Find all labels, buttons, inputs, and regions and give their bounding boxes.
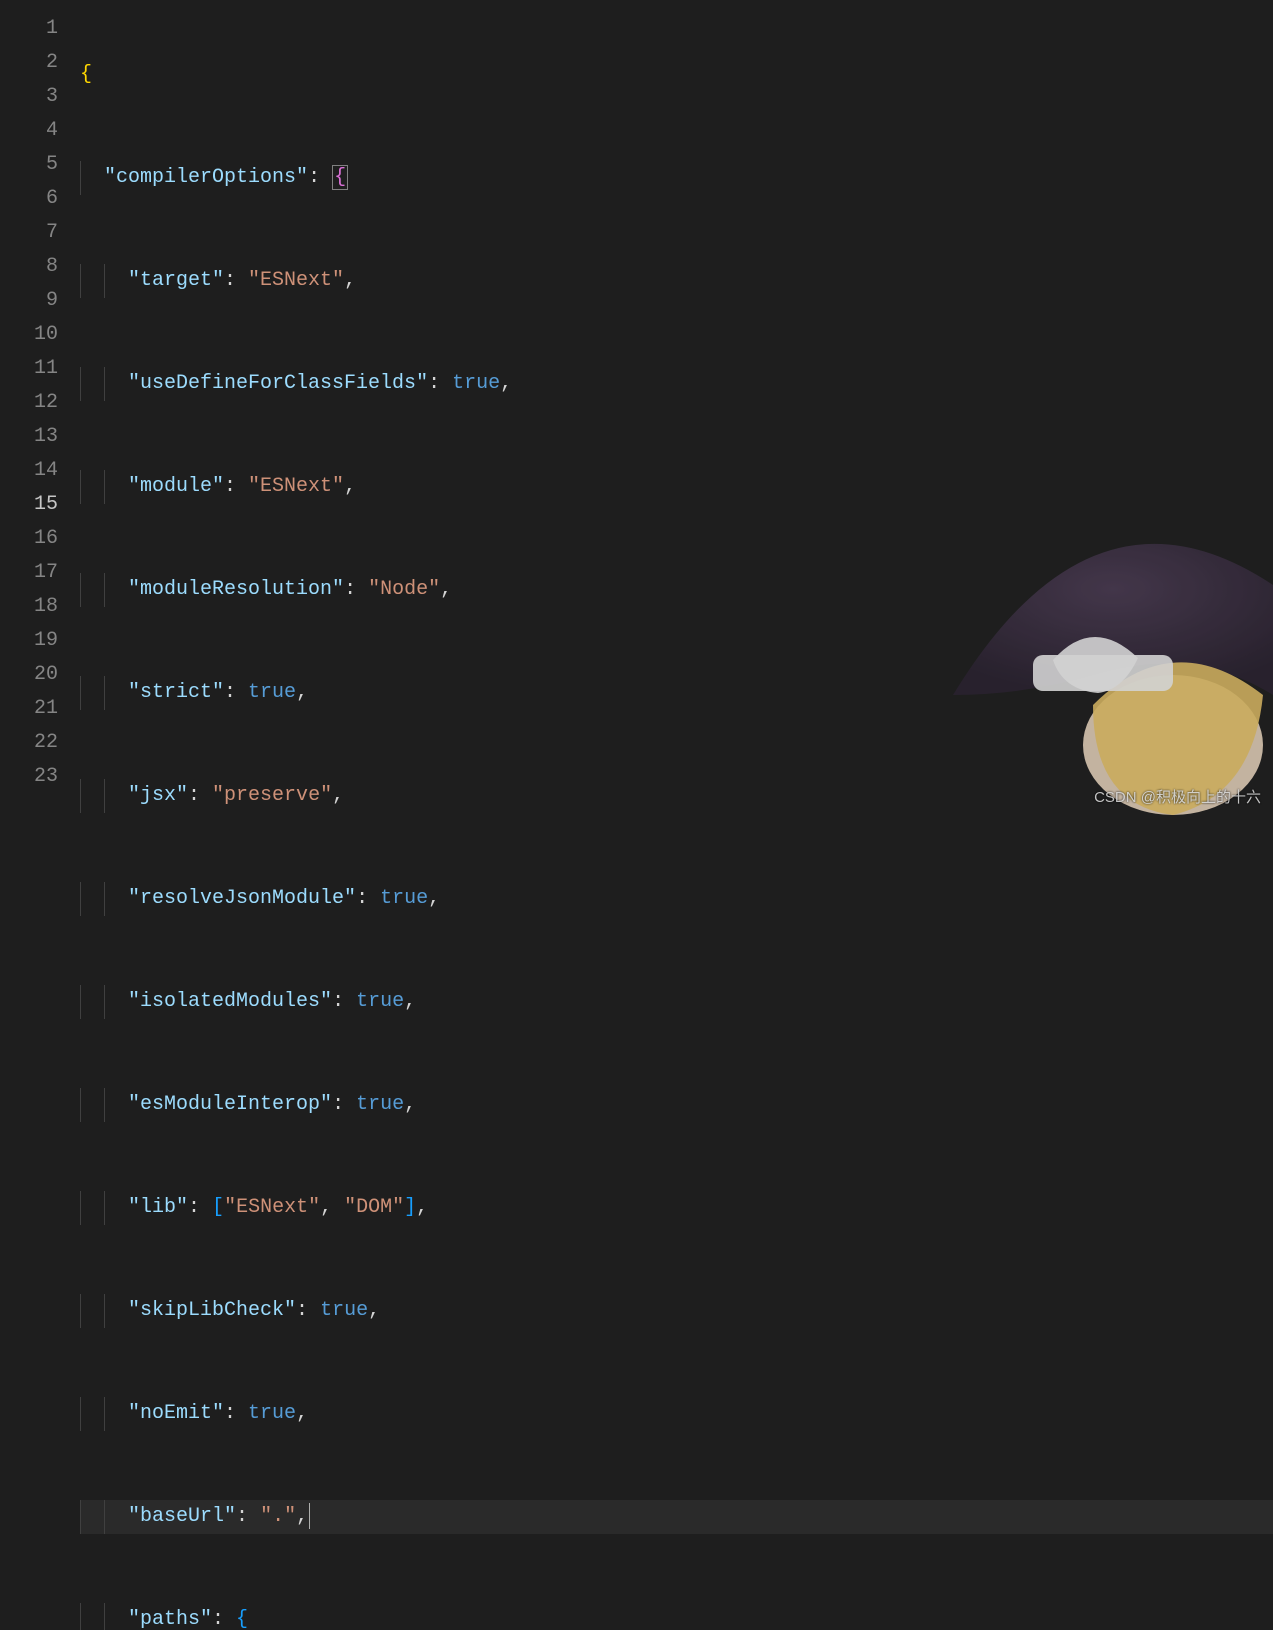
text-cursor [309,1503,310,1529]
line-number: 21 [0,692,80,726]
line-number: 13 [0,420,80,454]
code-line[interactable]: "target": "ESNext", [80,264,1273,298]
line-number: 23 [0,760,80,794]
line-number: 1 [0,12,80,46]
line-number: 11 [0,352,80,386]
code-editor[interactable]: 1234567891011121314151617181920212223 { … [0,0,1273,815]
code-line[interactable]: "compilerOptions": { [80,161,1273,195]
line-number: 18 [0,590,80,624]
line-number: 16 [0,522,80,556]
code-line[interactable]: "strict": true, [80,676,1273,710]
line-number: 2 [0,46,80,80]
line-number: 22 [0,726,80,760]
line-number: 3 [0,80,80,114]
line-number: 12 [0,386,80,420]
code-line[interactable]: "useDefineForClassFields": true, [80,367,1273,401]
code-line-active[interactable]: "baseUrl": ".", [80,1500,1273,1534]
code-line[interactable]: "paths": { [80,1603,1273,1630]
line-number: 14 [0,454,80,488]
code-line[interactable]: "resolveJsonModule": true, [80,882,1273,916]
code-line[interactable]: "skipLibCheck": true, [80,1294,1273,1328]
code-line[interactable]: "lib": ["ESNext", "DOM"], [80,1191,1273,1225]
code-line[interactable]: "moduleResolution": "Node", [80,573,1273,607]
line-number: 9 [0,284,80,318]
line-number: 7 [0,216,80,250]
line-number: 5 [0,148,80,182]
line-number: 10 [0,318,80,352]
line-number: 8 [0,250,80,284]
code-line[interactable]: "module": "ESNext", [80,470,1273,504]
code-content[interactable]: { "compilerOptions": { "target": "ESNext… [80,0,1273,815]
bracket-match-highlight: { [332,165,348,190]
code-line[interactable]: { [80,58,1273,92]
code-line[interactable]: "esModuleInterop": true, [80,1088,1273,1122]
line-number: 20 [0,658,80,692]
line-number: 6 [0,182,80,216]
line-number: 17 [0,556,80,590]
line-number: 15 [0,488,80,522]
line-number-gutter: 1234567891011121314151617181920212223 [0,0,80,815]
code-line[interactable]: "noEmit": true, [80,1397,1273,1431]
line-number: 4 [0,114,80,148]
watermark-text: CSDN @积极向上的十六 [1094,786,1261,807]
line-number: 19 [0,624,80,658]
code-line[interactable]: "isolatedModules": true, [80,985,1273,1019]
